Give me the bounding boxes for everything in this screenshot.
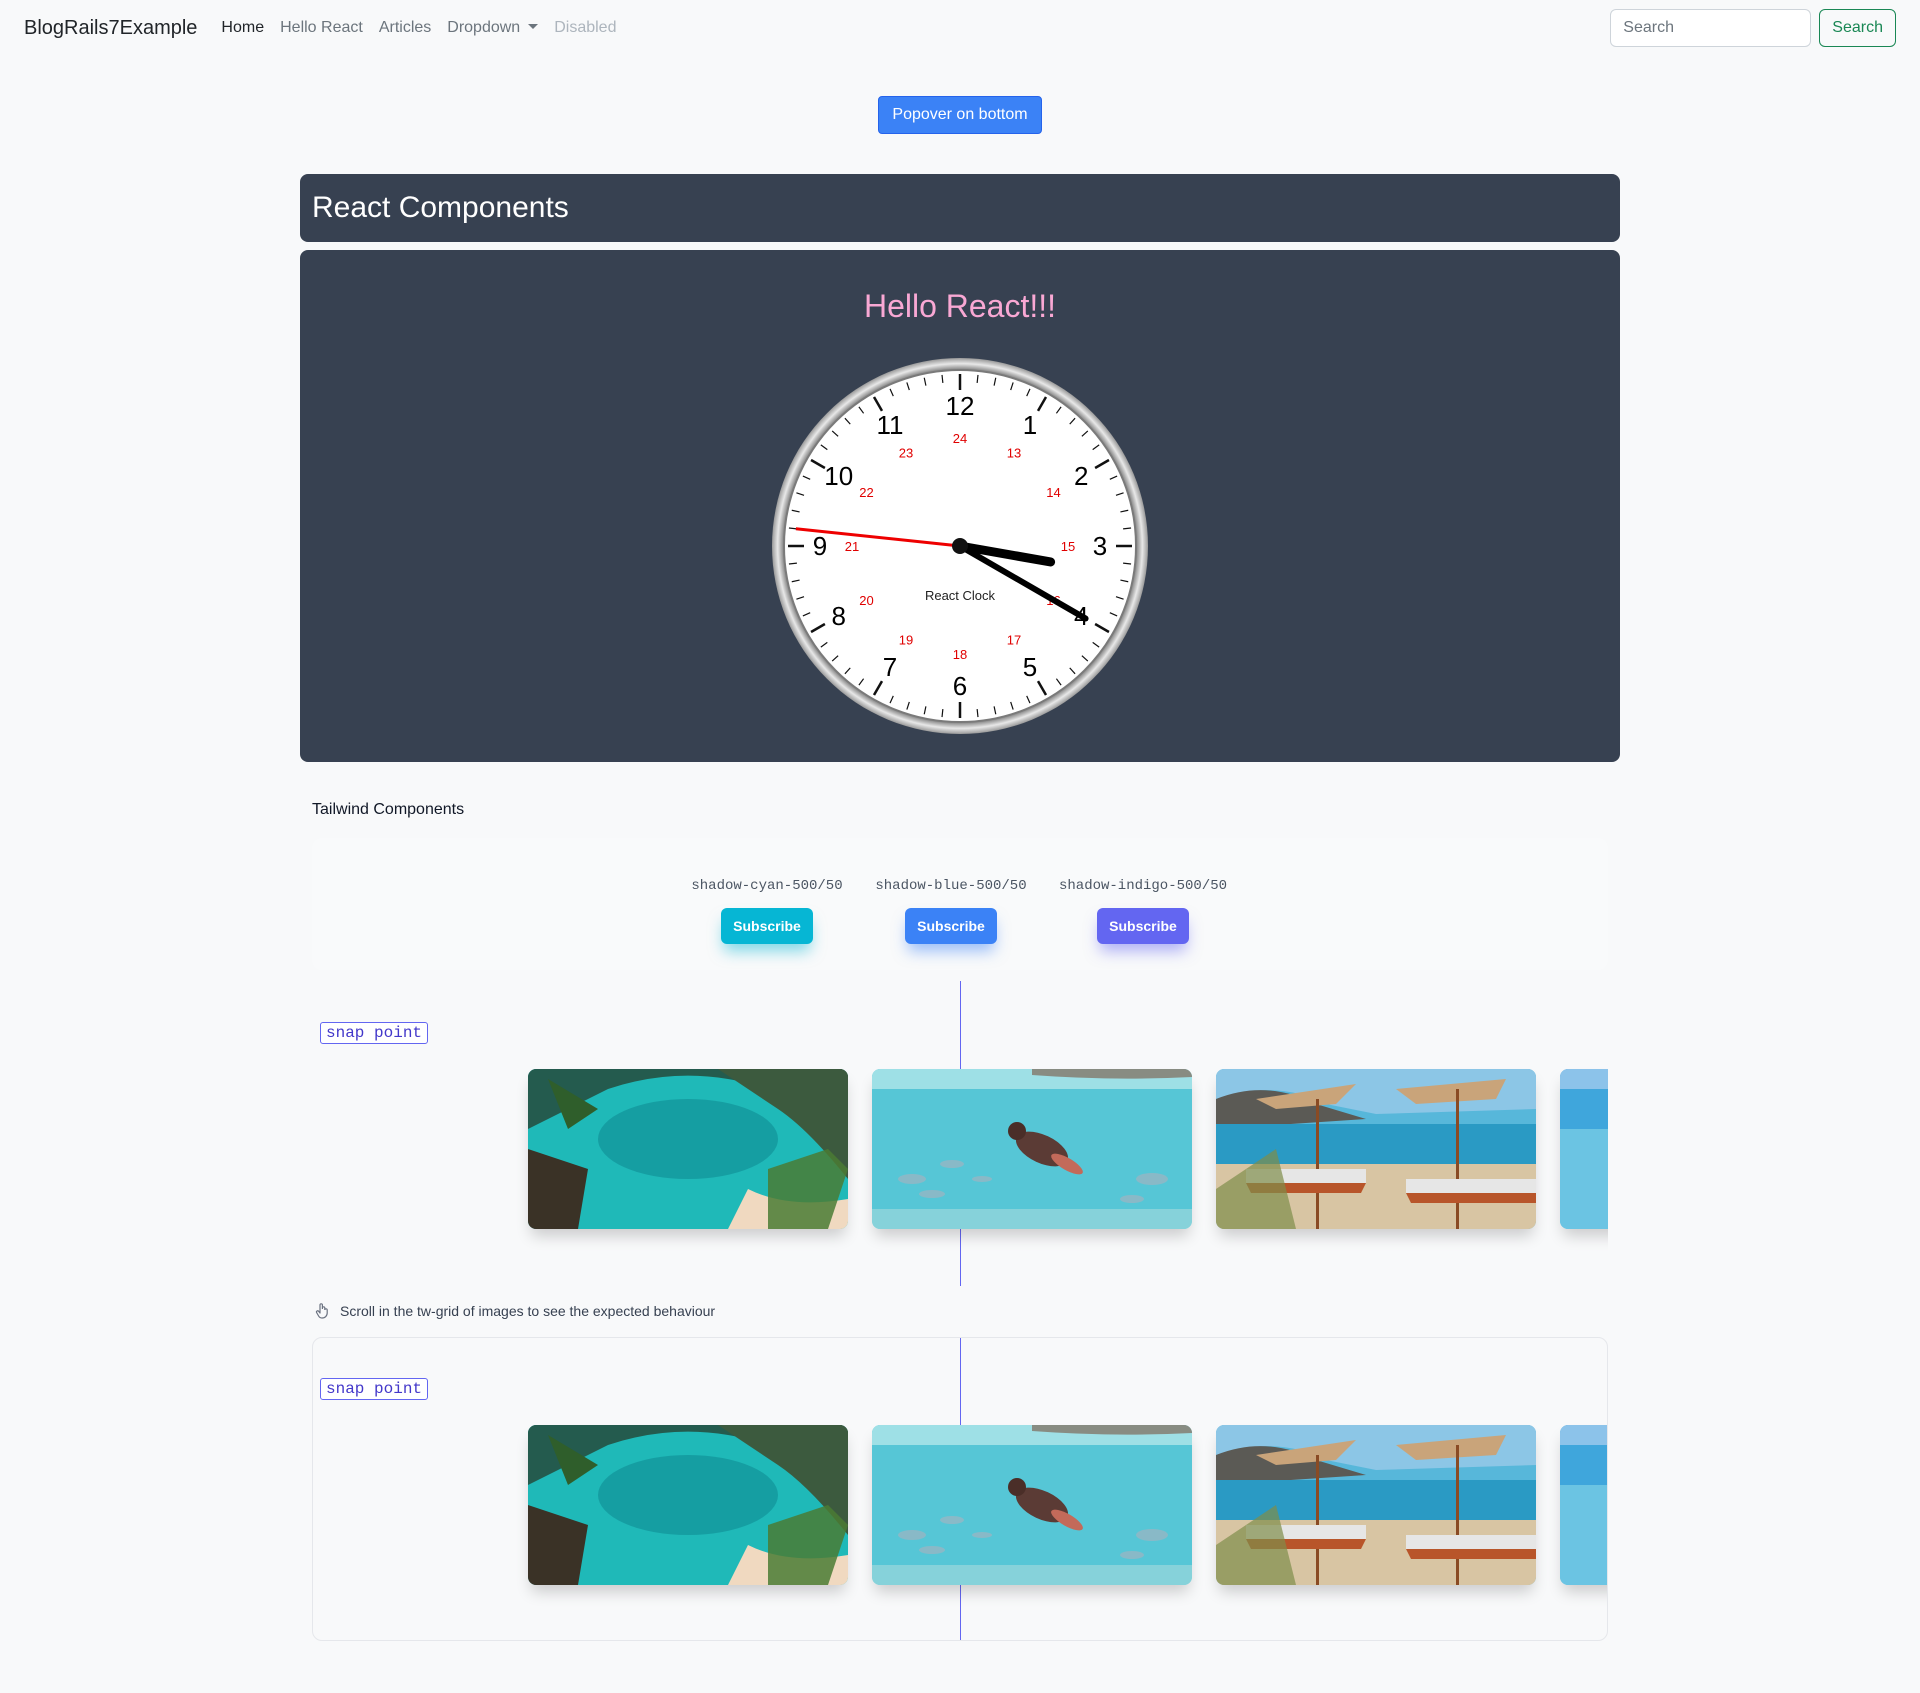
shadow-label: shadow-indigo-500/50 bbox=[1058, 878, 1228, 894]
clock-hour-number: 8 bbox=[832, 601, 846, 631]
clock-tick bbox=[976, 374, 979, 383]
clock-24h-number: 17 bbox=[1007, 633, 1021, 648]
clock-hour-number: 1 bbox=[1023, 410, 1037, 440]
clock-hour-number: 10 bbox=[824, 461, 853, 491]
nav-link-home[interactable]: Home bbox=[221, 19, 264, 37]
clock-hour-number: 3 bbox=[1093, 531, 1107, 561]
search-form: Search bbox=[1610, 9, 1896, 47]
clock-tick bbox=[1123, 562, 1132, 565]
clock-hour-number: 7 bbox=[883, 652, 897, 682]
beach-loungers-image bbox=[1216, 1069, 1536, 1229]
react-clock: 121234567891011241314151617181920212223 … bbox=[772, 358, 1148, 734]
scroll-hint: Scroll in the tw-grid of images to see t… bbox=[314, 1302, 715, 1320]
underwater-swimmer-image bbox=[872, 1425, 1192, 1585]
ocean-water-image bbox=[1560, 1425, 1607, 1585]
snap-point-badge: snap point bbox=[320, 1022, 429, 1044]
hello-react-heading: Hello React!!! bbox=[863, 288, 1057, 324]
nav-link-hello-react[interactable]: Hello React bbox=[280, 19, 363, 37]
clock-hour-number: 6 bbox=[953, 671, 967, 701]
shadow-blue-item: shadow-blue-500/50 Subscribe bbox=[866, 878, 1036, 944]
search-button[interactable]: Search bbox=[1819, 9, 1896, 47]
nav-link-disabled: Disabled bbox=[554, 19, 617, 36]
clock-tick bbox=[1123, 527, 1132, 530]
snap-gallery-bordered[interactable]: snap point bbox=[312, 1337, 1608, 1641]
snap-gallery[interactable]: snap point bbox=[312, 981, 1608, 1286]
hand-pointer-icon bbox=[315, 1303, 328, 1319]
clock-24h-number: 14 bbox=[1046, 485, 1060, 500]
tropical-cove-image bbox=[528, 1069, 848, 1229]
clock-24h-number: 13 bbox=[1007, 445, 1021, 460]
nav-dropdown-label: Dropdown bbox=[447, 19, 521, 36]
clock-24h-number: 23 bbox=[899, 445, 913, 460]
clock-tick bbox=[788, 562, 797, 565]
shadow-indigo-item: shadow-indigo-500/50 Subscribe bbox=[1058, 878, 1228, 944]
clock-tick bbox=[941, 374, 944, 383]
shadow-demo-box: shadow-cyan-500/50 Subscribe shadow-blue… bbox=[312, 838, 1608, 970]
snap-point-badge: snap point bbox=[320, 1378, 429, 1400]
clock-24h-number: 18 bbox=[953, 647, 967, 662]
caret-down-icon bbox=[528, 24, 539, 29]
beach-loungers-image bbox=[1216, 1425, 1536, 1585]
tailwind-components-title: Tailwind Components bbox=[312, 801, 465, 818]
clock-24h-number: 20 bbox=[859, 593, 873, 608]
search-input[interactable] bbox=[1610, 9, 1812, 47]
clock-hour-number: 12 bbox=[946, 391, 975, 421]
clock-24h-number: 24 bbox=[953, 431, 967, 446]
subscribe-cyan-button[interactable]: Subscribe bbox=[721, 908, 813, 944]
react-components-header: React Components bbox=[300, 174, 1620, 242]
clock-tick bbox=[788, 527, 797, 530]
clock-24h-number: 19 bbox=[899, 633, 913, 648]
tropical-cove-image bbox=[528, 1425, 848, 1585]
clock-tick bbox=[976, 709, 979, 718]
clock-label: React Clock bbox=[925, 588, 996, 603]
shadow-cyan-item: shadow-cyan-500/50 Subscribe bbox=[682, 878, 852, 944]
navbar: BlogRails7Example Home Hello React Artic… bbox=[0, 0, 1920, 56]
brand-link[interactable]: BlogRails7Example bbox=[24, 17, 197, 40]
clock-24h-number: 21 bbox=[845, 539, 859, 554]
popover-button[interactable]: Popover on bottom bbox=[878, 96, 1042, 134]
clock-hour-number: 9 bbox=[813, 531, 827, 561]
clock-24h-number: 22 bbox=[859, 485, 873, 500]
clock-hour-number: 2 bbox=[1074, 461, 1088, 491]
clock-hour-number: 5 bbox=[1023, 652, 1037, 682]
nav-link-articles[interactable]: Articles bbox=[379, 19, 431, 37]
clock-hour-number: 11 bbox=[877, 410, 904, 440]
clock-24h-number: 15 bbox=[1061, 539, 1075, 554]
scroll-hint-text: Scroll in the tw-grid of images to see t… bbox=[340, 1303, 716, 1319]
subscribe-indigo-button[interactable]: Subscribe bbox=[1097, 908, 1189, 944]
clock-center bbox=[952, 538, 968, 554]
ocean-water-image bbox=[1560, 1069, 1608, 1229]
subscribe-blue-button[interactable]: Subscribe bbox=[905, 908, 997, 944]
shadow-label: shadow-cyan-500/50 bbox=[691, 878, 843, 894]
react-panel: Hello React!!! 1212345678910112413141516… bbox=[300, 250, 1620, 762]
shadow-label: shadow-blue-500/50 bbox=[875, 878, 1027, 894]
nav-dropdown-toggle[interactable]: Dropdown bbox=[447, 19, 539, 37]
clock-tick bbox=[941, 709, 944, 718]
underwater-swimmer-image bbox=[872, 1069, 1192, 1229]
